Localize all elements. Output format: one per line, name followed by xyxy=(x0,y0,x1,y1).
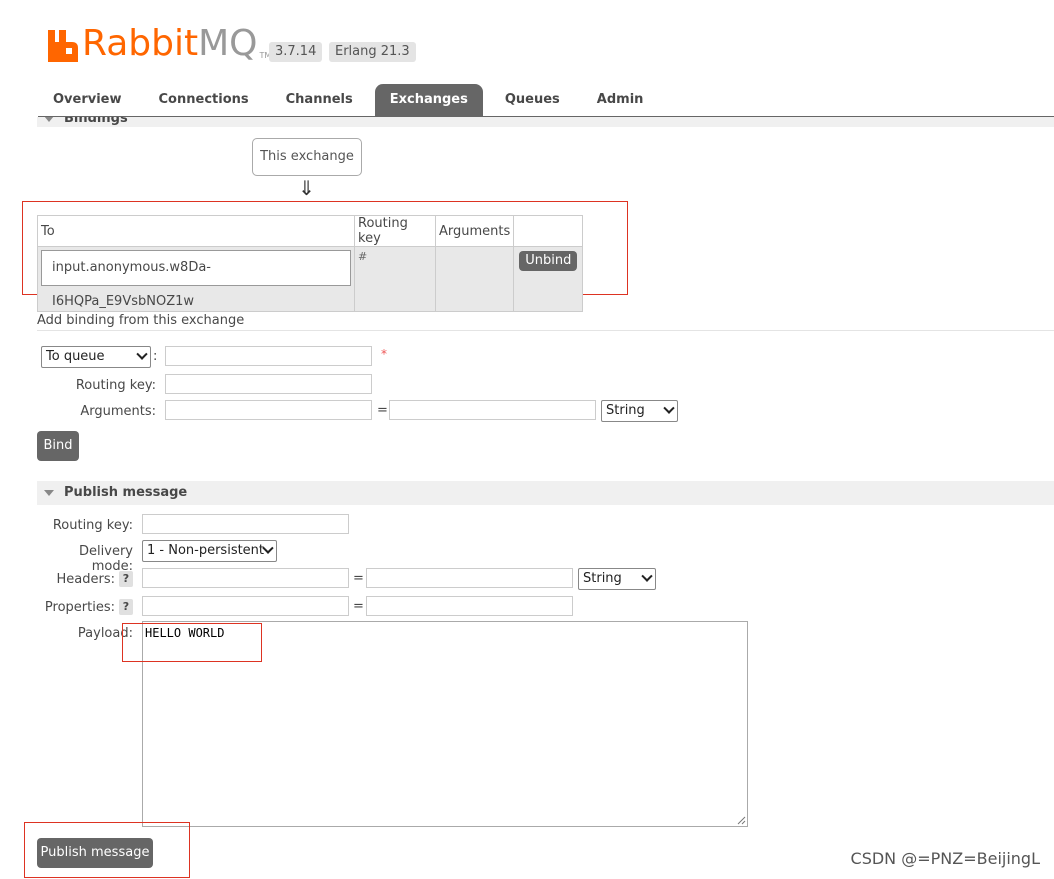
headers-help-icon[interactable]: ? xyxy=(119,571,133,587)
publish-section-title: Publish message xyxy=(64,485,188,500)
headers-label: Headers: xyxy=(56,572,116,587)
publish-section-header[interactable]: Publish message xyxy=(37,481,1054,505)
tab-exchanges[interactable]: Exchanges xyxy=(374,84,483,116)
destination-colon: : xyxy=(153,349,158,364)
destination-type-value: To queue xyxy=(46,349,105,364)
unbind-button[interactable]: Unbind xyxy=(519,251,578,271)
header-value-input[interactable] xyxy=(366,568,573,588)
chevron-down-icon xyxy=(262,542,274,554)
required-asterisk: * xyxy=(381,347,387,361)
destination-type-select[interactable]: To queue xyxy=(41,346,151,368)
tab-connections[interactable]: Connections xyxy=(144,84,264,116)
col-routing-key: Routing key xyxy=(354,215,436,247)
bind-button[interactable]: Bind xyxy=(37,431,79,461)
chevron-down-icon xyxy=(136,348,148,360)
down-arrow-icon: ⇓ xyxy=(298,176,315,200)
binding-argument-value-input[interactable] xyxy=(389,400,596,420)
rabbit-logo-icon xyxy=(48,30,78,62)
payload-label: Payload: xyxy=(77,626,133,641)
publish-highlight-box xyxy=(24,822,190,878)
version-badge: 3.7.14 xyxy=(269,42,323,62)
delivery-mode-select[interactable]: 1 - Non-persistent xyxy=(142,540,277,562)
add-binding-divider xyxy=(37,330,1054,331)
resize-handle-icon[interactable] xyxy=(737,816,746,825)
binding-argument-key-input[interactable] xyxy=(165,400,372,420)
binding-routing-key-input[interactable] xyxy=(165,374,372,394)
col-arguments: Arguments xyxy=(434,215,515,247)
properties-help-icon[interactable]: ? xyxy=(119,599,133,615)
brand-name: RabbitMQ xyxy=(82,26,258,62)
erlang-badge: Erlang 21.3 xyxy=(329,42,416,62)
binding-routing-key: # xyxy=(354,246,436,312)
rabbitmq-logo: RabbitMQ TM xyxy=(48,22,271,62)
tab-channels[interactable]: Channels xyxy=(271,84,368,116)
csdn-watermark: CSDN @=PNZ=BeijingL xyxy=(850,849,1040,868)
destination-name-input[interactable] xyxy=(165,346,372,366)
chevron-down-icon xyxy=(641,570,653,582)
properties-equals: = xyxy=(353,599,364,614)
property-key-input[interactable] xyxy=(142,596,349,616)
col-to: To xyxy=(37,215,355,247)
property-value-input[interactable] xyxy=(366,596,573,616)
brand-mq: MQ xyxy=(198,23,258,64)
binding-arguments xyxy=(434,246,515,312)
publish-routing-key-label: Routing key: xyxy=(52,518,133,533)
bindings-table-header: To Routing key Arguments xyxy=(37,215,584,247)
delivery-mode-value: 1 - Non-persistent xyxy=(147,543,265,558)
tab-admin[interactable]: Admin xyxy=(582,84,659,116)
header-type-select[interactable]: String xyxy=(578,568,656,590)
binding-arguments-label: Arguments: xyxy=(80,404,156,419)
brand-rabbit: Rabbit xyxy=(82,23,199,64)
queue-link[interactable]: input.anonymous.w8Da-I6HQPa_E9VsbNOZ1w xyxy=(41,250,351,309)
collapse-triangle-icon xyxy=(44,489,54,496)
col-actions xyxy=(513,215,584,247)
binding-argument-type-value: String xyxy=(606,403,645,418)
binding-equals: = xyxy=(377,403,388,418)
binding-routing-key-label: Routing key: xyxy=(75,378,156,393)
headers-equals: = xyxy=(353,571,364,586)
main-nav: Overview Connections Channels Exchanges … xyxy=(38,84,665,116)
header-type-value: String xyxy=(583,571,622,586)
payload-highlight-box xyxy=(122,623,262,662)
tab-queues[interactable]: Queues xyxy=(490,84,575,116)
bindings-section-title: Bindings xyxy=(64,117,128,126)
bindings-section-header[interactable]: Bindings xyxy=(37,117,1054,127)
collapse-triangle-icon xyxy=(44,117,54,122)
delivery-mode-label: Delivery mode: xyxy=(79,544,133,574)
binding-argument-type-select[interactable]: String xyxy=(601,400,678,422)
add-binding-title: Add binding from this exchange xyxy=(37,313,245,328)
header-key-input[interactable] xyxy=(142,568,349,588)
tab-overview[interactable]: Overview xyxy=(38,84,137,116)
chevron-down-icon xyxy=(663,402,675,414)
table-row: input.anonymous.w8Da-I6HQPa_E9VsbNOZ1w #… xyxy=(37,246,584,312)
binding-actions-cell: Unbind xyxy=(513,246,584,312)
publish-routing-key-input[interactable] xyxy=(142,514,349,534)
binding-destination-cell: input.anonymous.w8Da-I6HQPa_E9VsbNOZ1w xyxy=(37,246,355,312)
bindings-table: To Routing key Arguments input.anonymous… xyxy=(37,215,584,312)
this-exchange-box: This exchange xyxy=(252,138,362,176)
properties-label: Properties: xyxy=(44,600,115,615)
